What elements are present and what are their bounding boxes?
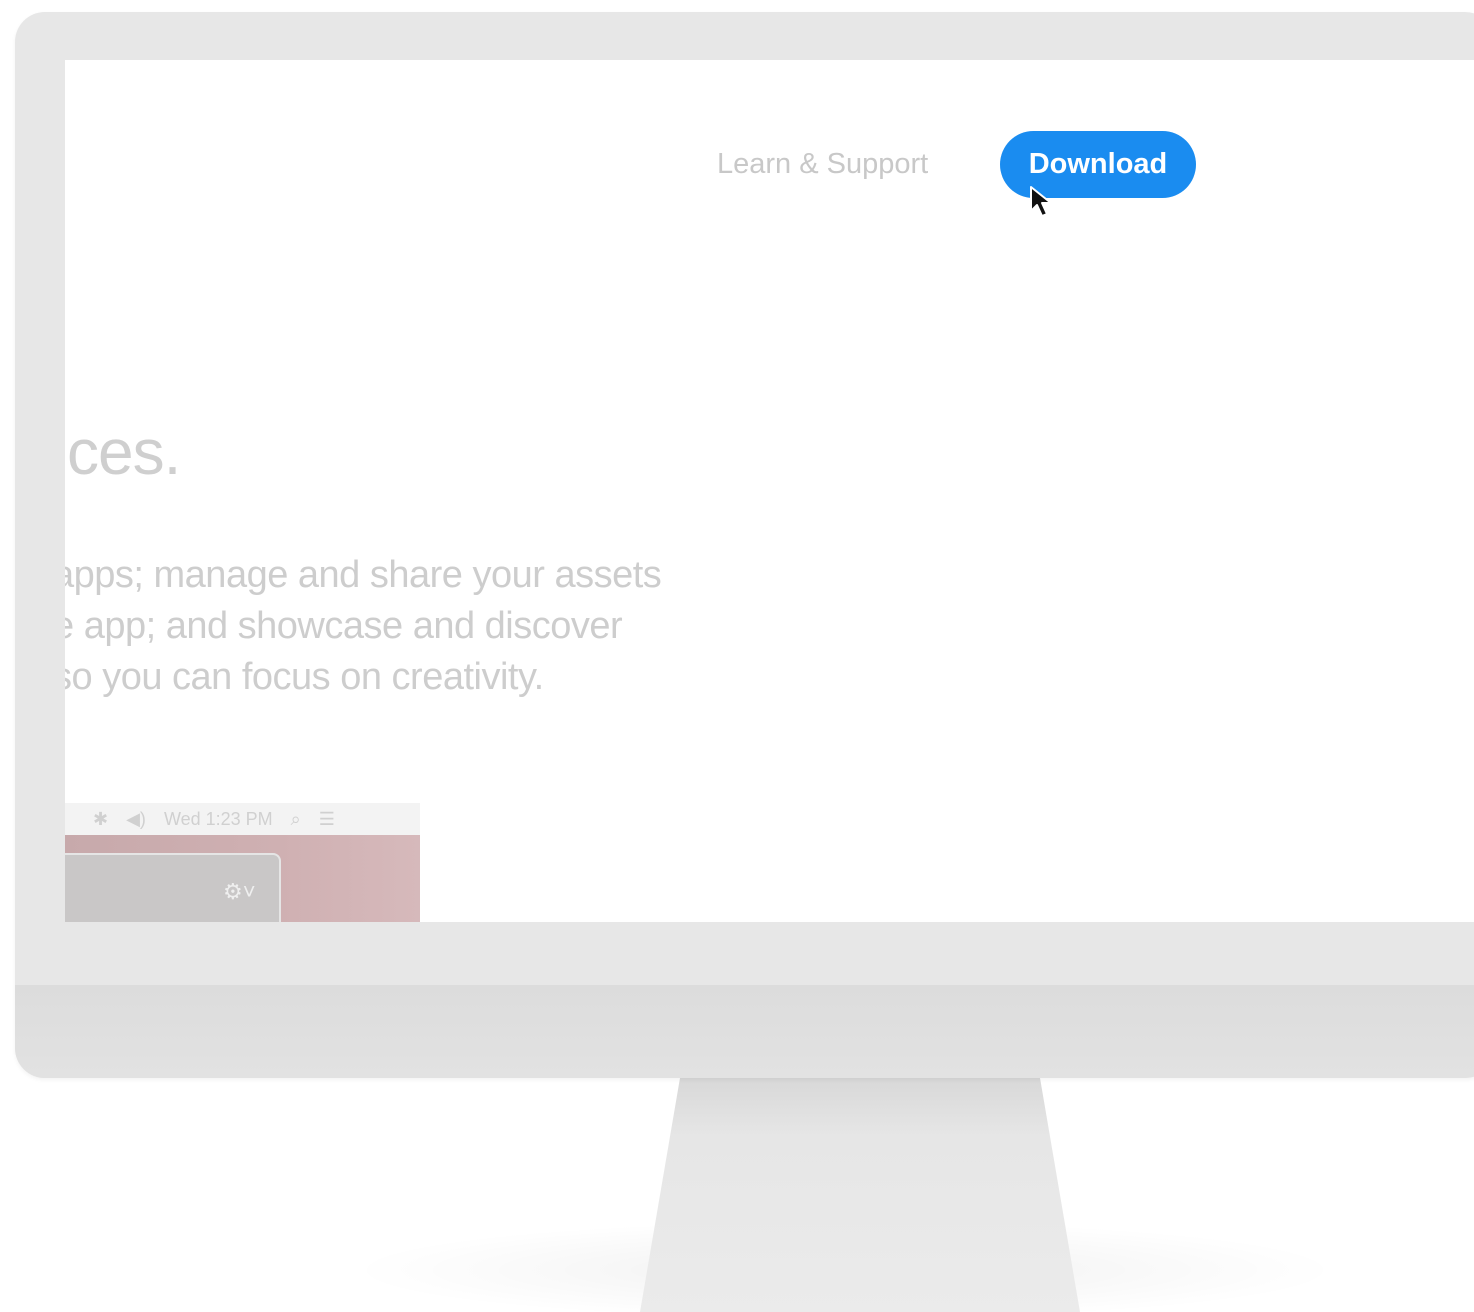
mini-app-panel: ⚙˅ [65,853,281,922]
hero-description-line: so you can focus on creativity. [65,656,544,698]
hero-description-line: apps; manage and share your assets [65,554,662,596]
monitor-scene: Learn & Support Download /ices. apps; ma… [0,0,1474,1312]
volume-icon: ◀) [126,808,146,829]
hero-description: apps; manage and share your assets e app… [65,550,662,703]
bluetooth-icon: ✱ [93,808,109,829]
mini-menubar: ✱ ◀) Wed 1:23 PM ⌕ ☰ [65,803,420,835]
search-icon: ⌕ [290,808,301,829]
list-icon: ☰ [318,808,335,829]
menubar-clock: Wed 1:23 PM [163,808,273,829]
arrow-cursor-icon [1030,186,1052,217]
hero-headline: /ices. [65,416,181,488]
monitor-chin [15,985,1474,1078]
monitor-screen: Learn & Support Download /ices. apps; ma… [65,60,1474,922]
monitor-stand [640,1078,1080,1312]
hero-description-line: e app; and showcase and discover [65,605,623,647]
mini-desktop-screenshot: ✱ ◀) Wed 1:23 PM ⌕ ☰ ⚙˅ [65,803,420,922]
gear-icon: ⚙˅ [223,879,256,904]
learn-support-link[interactable]: Learn & Support [717,148,928,181]
